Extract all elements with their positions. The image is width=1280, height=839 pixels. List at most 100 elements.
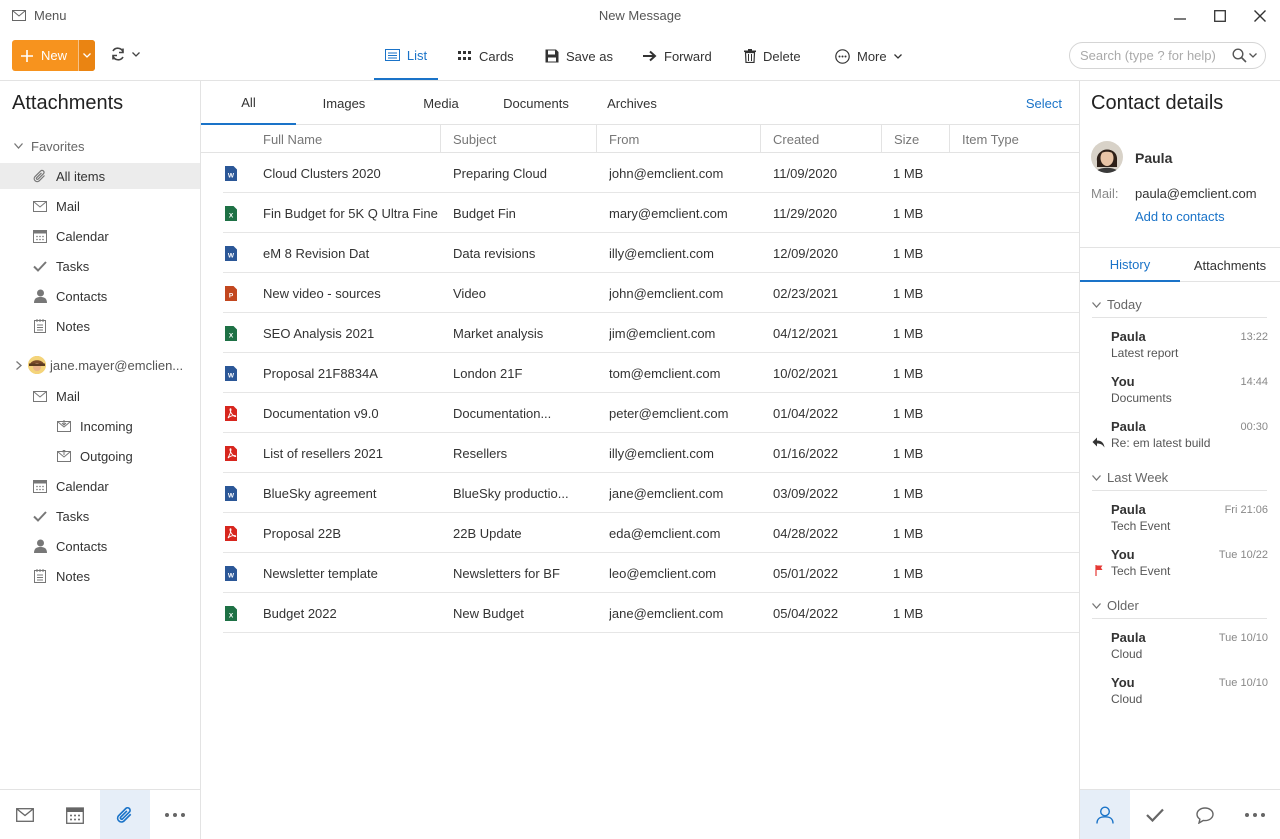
column-created[interactable]: Created xyxy=(761,125,882,153)
tab-archives[interactable]: Archives xyxy=(603,81,661,125)
list-view-button[interactable]: List xyxy=(374,32,438,80)
save-as-button[interactable]: Save as xyxy=(545,32,613,80)
sidebar-account[interactable]: jane.mayer@emclien... xyxy=(0,352,200,378)
table-row[interactable]: X Fin Budget for 5K Q Ultra Fine Budget Fi… xyxy=(223,193,1079,233)
sidebar-item-account-contacts[interactable]: Contacts xyxy=(0,533,200,559)
cell-name: Budget 2022 xyxy=(263,605,337,621)
column-item-type[interactable]: Item Type xyxy=(950,125,1079,153)
cell-size: 1 MB xyxy=(893,165,924,181)
contact-email[interactable]: paula@emclient.com xyxy=(1135,186,1257,201)
panel-chat[interactable] xyxy=(1180,790,1230,839)
table-header: Full Name Subject From Created Size Item… xyxy=(201,125,1079,153)
history-group[interactable]: Older xyxy=(1092,593,1267,619)
sidebar-item-incoming[interactable]: Incoming xyxy=(0,413,200,439)
history-item[interactable]: Paula Tech Event Fri 21:06 xyxy=(1080,499,1280,539)
sidebar-item-contacts[interactable]: Contacts xyxy=(0,283,200,309)
add-to-contacts-link[interactable]: Add to contacts xyxy=(1135,209,1225,224)
table-row[interactable]: X SEO Analysis 2021 Market analysis jim@emc… xyxy=(223,313,1079,353)
svg-text:X: X xyxy=(229,213,234,220)
tab-images[interactable]: Images xyxy=(309,81,379,125)
sidebar-item-account-calendar[interactable]: Calendar xyxy=(0,473,200,499)
excel-file-icon: X xyxy=(225,606,237,621)
table-row[interactable]: W Cloud Clusters 2020 Preparing Cloud john@… xyxy=(223,153,1079,193)
panel-contact[interactable] xyxy=(1080,790,1130,839)
tab-history[interactable]: History xyxy=(1080,248,1180,282)
history-item[interactable]: Paula Latest report 13:22 xyxy=(1080,326,1280,366)
table-row[interactable]: P New video - sources Video john@emclient.c… xyxy=(223,273,1079,313)
module-mail[interactable] xyxy=(0,790,50,839)
sync-icon xyxy=(110,46,126,62)
sidebar-item-tasks[interactable]: Tasks xyxy=(0,253,200,279)
sync-button[interactable] xyxy=(110,46,140,62)
cell-from: illy@emclient.com xyxy=(609,245,714,261)
panel-more[interactable] xyxy=(1230,790,1280,839)
window-title: New Message xyxy=(598,8,682,23)
table-row[interactable]: W Proposal 21F8834A London 21F tom@emclient… xyxy=(223,353,1079,393)
table-row[interactable]: Documentation v9.0 Documentation... peter@… xyxy=(223,393,1079,433)
cell-subject: 22B Update xyxy=(453,525,522,541)
column-subject[interactable]: Subject xyxy=(441,125,597,153)
save-icon xyxy=(545,49,559,63)
table-row[interactable]: W Newsletter template Newsletters for BF le… xyxy=(223,553,1079,593)
module-calendar[interactable] xyxy=(50,790,100,839)
sidebar-item-outgoing[interactable]: Outgoing xyxy=(0,443,200,469)
new-dropdown-button[interactable] xyxy=(78,40,95,71)
maximize-button[interactable] xyxy=(1210,6,1230,26)
new-button[interactable]: New xyxy=(12,40,95,71)
favorites-group[interactable]: Favorites xyxy=(0,133,200,159)
search-options[interactable] xyxy=(1232,48,1257,63)
tab-documents[interactable]: Documents xyxy=(497,81,575,125)
history-group[interactable]: Last Week xyxy=(1092,465,1267,491)
search-input[interactable] xyxy=(1080,48,1230,63)
tab-attachments[interactable]: Attachments xyxy=(1180,248,1280,282)
cell-name: Fin Budget for 5K Q Ultra Fine xyxy=(263,205,438,221)
list-icon xyxy=(384,49,400,61)
close-window-button[interactable] xyxy=(1250,6,1270,26)
forward-label: Forward xyxy=(664,48,712,64)
table-row[interactable]: WeM 8 Revision Dat Data revisions illy@emc… xyxy=(223,233,1079,273)
minimize-button[interactable] xyxy=(1170,6,1190,26)
history-subject: Tech Event xyxy=(1111,564,1171,578)
word-file-icon: W xyxy=(225,486,237,501)
history-subject: Documents xyxy=(1111,391,1172,405)
history-item[interactable]: You Cloud Tue 10/10 xyxy=(1080,672,1280,712)
column-from[interactable]: From xyxy=(597,125,761,153)
sidebar-item-mail[interactable]: Mail xyxy=(0,193,200,219)
history-sender: Paula xyxy=(1111,419,1146,434)
history-item[interactable]: You Documents 14:44 xyxy=(1080,371,1280,411)
sidebar-item-account-tasks[interactable]: Tasks xyxy=(0,503,200,529)
forward-button[interactable]: Forward xyxy=(643,32,712,80)
search-box[interactable] xyxy=(1069,42,1266,69)
table-row[interactable]: X Budget 2022 New Budget jane@emclient.com 0… xyxy=(223,593,1079,633)
history-group[interactable]: Today xyxy=(1092,292,1267,318)
table-row[interactable]: W BlueSky agreement BlueSky productio... ja… xyxy=(223,473,1079,513)
sidebar-item-all-items[interactable]: All items xyxy=(0,163,200,189)
sidebar-item-account-mail[interactable]: Mail xyxy=(0,383,200,409)
panel-tasks[interactable] xyxy=(1130,790,1180,839)
reply-icon xyxy=(1092,437,1105,449)
cards-view-button[interactable]: Cards xyxy=(458,32,514,80)
sidebar-item-account-notes[interactable]: Notes xyxy=(0,563,200,589)
table-row[interactable]: Proposal 22B 22B Update eda@emclient.com 04… xyxy=(223,513,1079,553)
module-attachments[interactable] xyxy=(100,790,150,839)
delete-button[interactable]: Delete xyxy=(744,32,801,80)
table-row[interactable]: List of resellers 2021 Resellers illy@emcl… xyxy=(223,433,1079,473)
column-full-name[interactable]: Full Name xyxy=(251,125,441,153)
column-size[interactable]: Size xyxy=(882,125,950,153)
history-item[interactable]: Paula Re: em latest build 00:30 xyxy=(1080,416,1280,456)
module-more[interactable] xyxy=(150,790,200,839)
tab-all[interactable]: All xyxy=(201,81,296,125)
history-item[interactable]: Paula Cloud Tue 10/10 xyxy=(1080,627,1280,667)
sidebar-item-notes[interactable]: Notes xyxy=(0,313,200,339)
menu-button[interactable]: Menu xyxy=(12,8,67,23)
sidebar-item-calendar[interactable]: Calendar xyxy=(0,223,200,249)
select-link[interactable]: Select xyxy=(1026,96,1062,111)
new-button-main[interactable]: New xyxy=(12,40,78,71)
cell-subject: Newsletters for BF xyxy=(453,565,560,581)
cell-from: jim@emclient.com xyxy=(609,325,716,341)
cell-created: 05/04/2022 xyxy=(773,605,839,621)
history-item[interactable]: You Tech Event Tue 10/22 xyxy=(1080,544,1280,584)
tab-media[interactable]: Media xyxy=(411,81,471,125)
cell-created: 12/09/2020 xyxy=(773,245,839,261)
more-button[interactable]: More xyxy=(835,32,902,80)
